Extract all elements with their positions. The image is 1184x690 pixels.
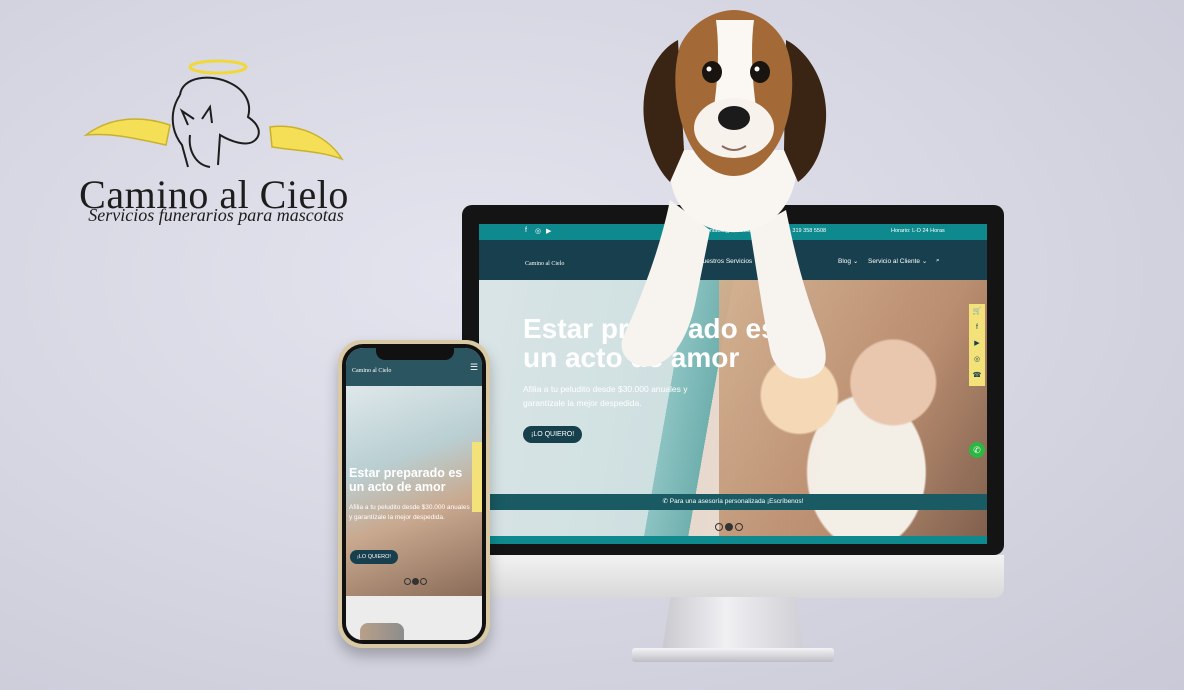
monitor-foot [632, 648, 834, 662]
mobile-hero: Estar preparado es un acto de amor Afili… [346, 386, 482, 596]
whatsapp-strip[interactable]: ✆ Para una asesoría personalizada ¡Escrí… [479, 494, 987, 510]
instagram-icon[interactable]: ◎ [535, 227, 541, 235]
cart-icon[interactable]: 🛒 [969, 304, 985, 320]
carousel-dot[interactable] [420, 578, 427, 585]
facebook-icon[interactable]: f [969, 320, 985, 336]
youtube-icon[interactable]: ▶ [969, 336, 985, 352]
mobile-hero-subtitle: Afilia a tu peludito desde $30.000 anual… [349, 504, 470, 521]
mobile-logo[interactable]: Camino al Cielo [352, 368, 391, 374]
whatsapp-strip-label: Para una asesoría personalizada ¡Escríbe… [669, 498, 804, 505]
mobile-carousel-dots[interactable] [404, 572, 428, 590]
phone-notch [376, 346, 454, 360]
business-hours: Horario: L-D 24 Horas [891, 228, 945, 234]
mobile-hero-title: Estar preparado es un acto de amor [349, 466, 463, 494]
carousel-dot[interactable] [735, 523, 743, 531]
brand-logo: Camino al Cielo Servicios funerarios par… [60, 55, 370, 235]
youtube-icon[interactable]: ▶ [546, 227, 551, 235]
mobile-cta-button[interactable]: ¡LO QUIERO! [350, 550, 398, 564]
pets-photo [360, 623, 404, 640]
search-icon[interactable]: ⌕ [936, 257, 940, 265]
mobile-side-bar [472, 442, 482, 512]
brand-tagline: Servicios funerarios para mascotas [88, 205, 344, 225]
carousel-dots[interactable] [715, 518, 745, 536]
hamburger-menu-icon[interactable]: ☰ [470, 362, 478, 373]
carousel-dot[interactable] [404, 578, 411, 585]
nav-item-customer-service[interactable]: Servicio al Cliente ⌄ [868, 257, 927, 265]
site-bottom-bar [479, 536, 987, 544]
hero-cta-button[interactable]: ¡LO QUIERO! [523, 426, 583, 443]
facebook-icon[interactable]: f [525, 227, 527, 234]
site-logo-text: Camino al Cielo [525, 261, 565, 267]
whatsapp-float-icon[interactable]: ✆ [969, 442, 985, 458]
whatsapp-icon: ✆ [662, 498, 668, 505]
side-social-bar: 🛒 f ▶ ◎ ☎ [969, 304, 985, 386]
pet-angel-logo-icon [83, 59, 344, 168]
carousel-dot[interactable] [725, 523, 733, 531]
carousel-dot[interactable] [715, 523, 723, 531]
phone-icon[interactable]: ☎ [969, 368, 985, 384]
phone-screen: Camino al Cielo ☰ Estar preparado es un … [346, 348, 482, 640]
monitor-chin [462, 555, 1004, 598]
beagle-puppy-image [621, 10, 827, 379]
carousel-dot[interactable] [412, 578, 419, 585]
instagram-icon[interactable]: ◎ [969, 352, 985, 368]
mobile-lower-section [346, 596, 482, 640]
site-logo[interactable]: Camino al Cielo [525, 248, 567, 270]
monitor-stand [662, 597, 804, 651]
